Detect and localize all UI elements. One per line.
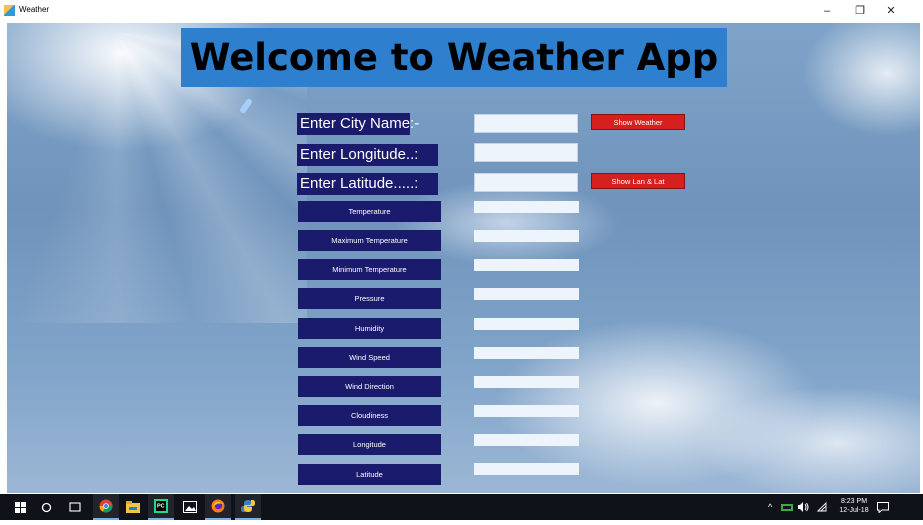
maximize-button[interactable]: ❐ xyxy=(849,3,871,19)
longitude-entry-label: Enter Longitude..: xyxy=(297,144,438,166)
humidity-field[interactable] xyxy=(474,318,579,330)
temperature-label: Temperature xyxy=(298,201,441,222)
wind-speed-label: Wind Speed xyxy=(298,347,441,368)
humidity-label: Humidity xyxy=(298,318,441,339)
wind-direction-label: Wind Direction xyxy=(298,376,441,397)
welcome-banner: Welcome to Weather App xyxy=(181,28,727,87)
min-temperature-field[interactable] xyxy=(474,259,579,271)
app-canvas: Welcome to Weather App Enter City Name:-… xyxy=(7,23,920,493)
firefox-icon[interactable] xyxy=(205,494,231,520)
chrome-icon[interactable] xyxy=(93,494,119,520)
latitude-field[interactable] xyxy=(474,463,579,475)
cloudiness-label: Cloudiness xyxy=(298,405,441,426)
longitude-label: Longitude xyxy=(298,434,441,455)
longitude-input[interactable] xyxy=(474,143,578,162)
network-icon[interactable] xyxy=(781,494,793,520)
python-icon[interactable] xyxy=(235,494,261,520)
clock-date: 12-Jul-18 xyxy=(839,507,869,514)
taskbar-clock[interactable]: 8:23 PM 12-Jul-18 xyxy=(834,497,874,515)
max-temperature-field[interactable] xyxy=(474,230,579,242)
weather-app-icon xyxy=(4,5,15,16)
wifi-icon[interactable] xyxy=(817,494,827,520)
windows-start-icon[interactable] xyxy=(7,494,33,520)
show-weather-button[interactable]: Show Weather xyxy=(591,114,685,130)
latitude-entry-label: Enter Latitude.....: xyxy=(297,173,438,195)
pressure-label: Pressure xyxy=(298,288,441,309)
tray-chevron-icon[interactable]: ^ xyxy=(768,494,772,520)
show-lan-lat-button[interactable]: Show Lan & Lat xyxy=(591,173,685,189)
close-button[interactable]: ✕ xyxy=(880,3,902,19)
wind-speed-field[interactable] xyxy=(474,347,579,359)
latitude-input[interactable] xyxy=(474,173,578,192)
windows-taskbar: PC ^ 8:23 PM 12-Jul-18 xyxy=(0,494,923,520)
longitude-field[interactable] xyxy=(474,434,579,446)
volume-icon[interactable] xyxy=(797,494,809,520)
max-temperature-label: Maximum Temperature xyxy=(298,230,441,251)
wind-direction-field[interactable] xyxy=(474,376,579,388)
latitude-label: Latitude xyxy=(298,464,441,485)
bottom-strip xyxy=(0,520,923,525)
window-title-bar: Weather – ❐ ✕ xyxy=(0,0,923,22)
city-name-label: Enter City Name:- xyxy=(297,113,419,135)
photos-icon[interactable] xyxy=(177,494,203,520)
minimize-button[interactable]: – xyxy=(816,3,838,19)
pycharm-icon[interactable]: PC xyxy=(148,494,174,520)
task-view-icon[interactable] xyxy=(62,494,88,520)
city-name-input[interactable] xyxy=(474,114,578,133)
search-circle-icon[interactable] xyxy=(33,494,59,520)
pressure-field[interactable] xyxy=(474,288,579,300)
min-temperature-label: Minimum Temperature xyxy=(298,259,441,280)
pycharm-icon-text: PC xyxy=(157,504,165,510)
file-explorer-icon[interactable] xyxy=(120,494,146,520)
window-title: Weather xyxy=(19,5,50,14)
notifications-icon[interactable] xyxy=(877,494,889,520)
temperature-field[interactable] xyxy=(474,201,579,213)
clock-time: 8:23 PM xyxy=(840,498,868,505)
cloudiness-field[interactable] xyxy=(474,405,579,417)
